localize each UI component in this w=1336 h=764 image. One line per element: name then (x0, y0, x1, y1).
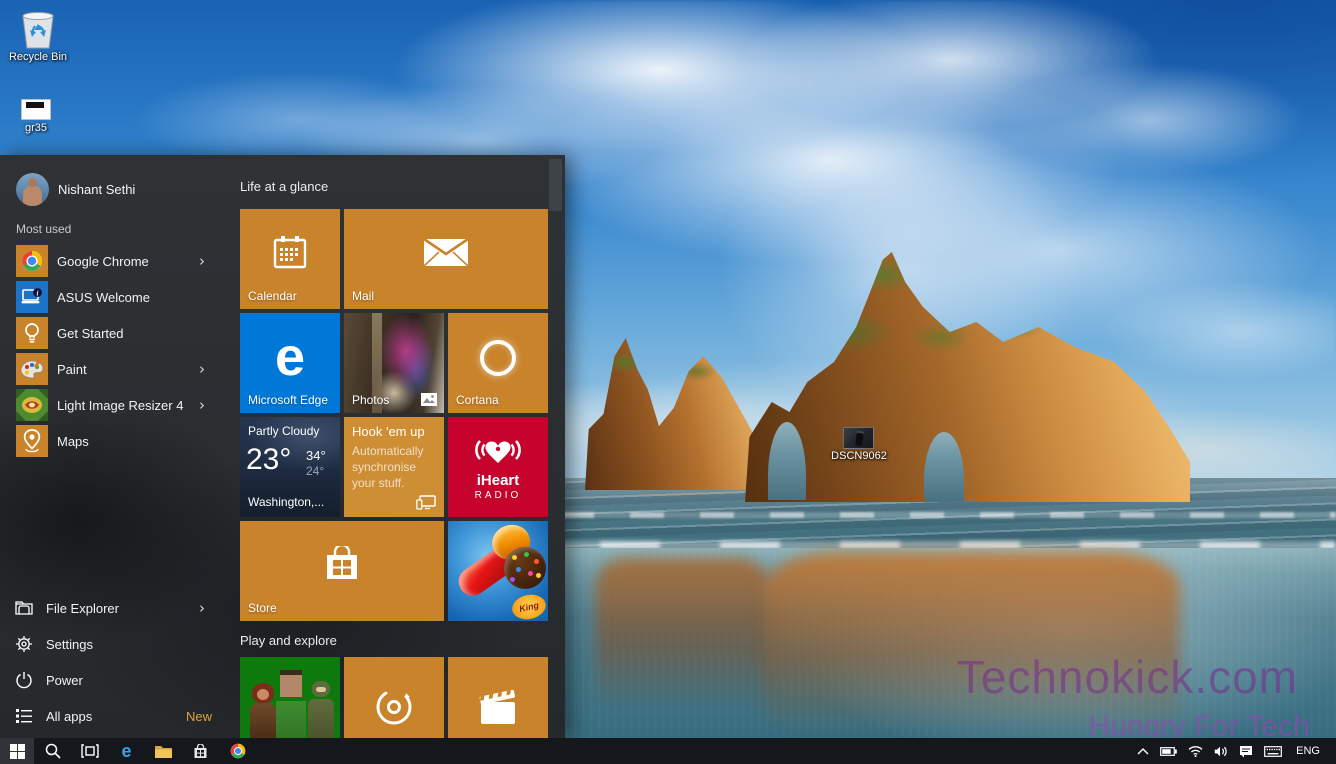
start-button[interactable] (0, 738, 34, 764)
gr35-thumbnail (26, 102, 44, 108)
touch-keyboard-icon[interactable] (1264, 746, 1282, 757)
language-indicator[interactable]: ENG (1296, 745, 1320, 757)
desktop-icon-gr35[interactable] (21, 99, 51, 120)
tile-title: Hook 'em up (352, 424, 425, 439)
taskbar: e (0, 738, 1336, 764)
taskbar-chrome-button[interactable] (219, 738, 256, 764)
start-menu-tiles: Life at a glance Calendar (0, 155, 565, 738)
taskbar-edge-button[interactable]: e (108, 738, 145, 764)
recycle-bin-label[interactable]: Recycle Bin (0, 51, 76, 63)
candy-chocolate-ball (504, 547, 546, 589)
taskbar-file-explorer-button[interactable] (145, 738, 182, 764)
groove-music-icon (372, 685, 416, 729)
folder-icon (155, 744, 172, 758)
tile-label: Microsoft Edge (248, 393, 328, 407)
action-center-icon[interactable] (1239, 745, 1253, 758)
volume-icon[interactable] (1214, 746, 1228, 757)
weather-condition: Partly Cloudy (248, 424, 319, 438)
xbox-avatars (250, 703, 276, 738)
tile-group-title: Play and explore (240, 633, 337, 648)
search-icon (45, 743, 61, 759)
photos-icon (421, 393, 437, 406)
xbox-avatars (280, 675, 302, 697)
tile-cortana[interactable]: Cortana (448, 313, 548, 413)
system-tray: ENG (1137, 738, 1336, 764)
tile-group-title: Life at a glance (240, 179, 328, 194)
calendar-icon (272, 235, 308, 269)
watermark-site: Technokick.com (957, 650, 1298, 704)
battery-icon[interactable] (1160, 747, 1177, 756)
tile-subtitle: Automatically synchronise your stuff. (352, 443, 438, 491)
xbox-avatars (276, 701, 306, 738)
king-logo: King (510, 592, 548, 621)
tile-xbox[interactable] (240, 657, 340, 738)
task-view-button[interactable] (71, 738, 108, 764)
tile-photos[interactable]: Photos (344, 313, 444, 413)
tile-label: Mail (352, 289, 374, 303)
rock-reflection (595, 558, 770, 718)
dscn9062-thumbnail (855, 431, 864, 447)
edge-icon: e (275, 326, 305, 388)
desktop-icon-dscn9062[interactable] (843, 427, 874, 449)
weather-high: 34° (306, 448, 326, 463)
edge-icon: e (121, 742, 131, 760)
desktop-icon-recycle-bin[interactable] (8, 6, 68, 50)
taskbar-store-button[interactable] (182, 738, 219, 764)
tile-weather[interactable]: Partly Cloudy 23° 34° 24° Washington,... (240, 417, 340, 517)
devices-icon (416, 495, 436, 510)
tile-iheartradio[interactable]: iHeart RADIO (448, 417, 548, 517)
tray-expand-icon[interactable] (1137, 748, 1149, 755)
tile-microsoft-edge[interactable]: e Microsoft Edge (240, 313, 340, 413)
windows-logo-icon (10, 744, 25, 759)
wifi-icon[interactable] (1188, 746, 1203, 757)
xbox-avatars (316, 687, 326, 692)
gr35-label[interactable]: gr35 (0, 122, 72, 134)
movies-tv-icon (477, 688, 519, 726)
tile-hook-em-up[interactable]: Hook 'em up Automatically synchronise yo… (344, 417, 444, 517)
chrome-icon (230, 743, 246, 759)
tile-store[interactable]: Store (240, 521, 444, 621)
tile-mail[interactable]: Mail (344, 209, 548, 309)
tile-label: Cortana (456, 393, 499, 407)
tile-label: Photos (352, 393, 389, 407)
xbox-avatars (308, 699, 334, 738)
start-menu: Nishant Sethi Most used (0, 155, 565, 738)
recycle-bin-icon (17, 6, 59, 50)
weather-location: Washington,... (248, 495, 324, 509)
cortana-icon (480, 340, 516, 376)
iheart-brand: iHeart (477, 472, 520, 489)
tile-label: Store (248, 601, 277, 615)
mail-icon (422, 235, 470, 269)
tile-label: Calendar (248, 289, 297, 303)
taskbar-search-button[interactable] (34, 738, 71, 764)
store-icon (322, 546, 362, 582)
tile-groove-music[interactable] (344, 657, 444, 738)
weather-temperature: 23° (246, 443, 291, 477)
store-bag-icon (193, 744, 208, 759)
iheart-logo-icon (472, 434, 524, 470)
tile-movies-tv[interactable] (448, 657, 548, 738)
dscn9062-label[interactable]: DSCN9062 (820, 450, 898, 462)
desktop-screen: Technokick.com Hungry For Tech Recycle B… (0, 0, 1336, 764)
task-view-icon (81, 744, 99, 758)
iheart-sub: RADIO (475, 490, 522, 501)
weather-low: 24° (306, 464, 324, 478)
xbox-avatars (257, 689, 269, 700)
tile-candy-crush[interactable]: King (448, 521, 548, 621)
tile-calendar[interactable]: Calendar (240, 209, 340, 309)
